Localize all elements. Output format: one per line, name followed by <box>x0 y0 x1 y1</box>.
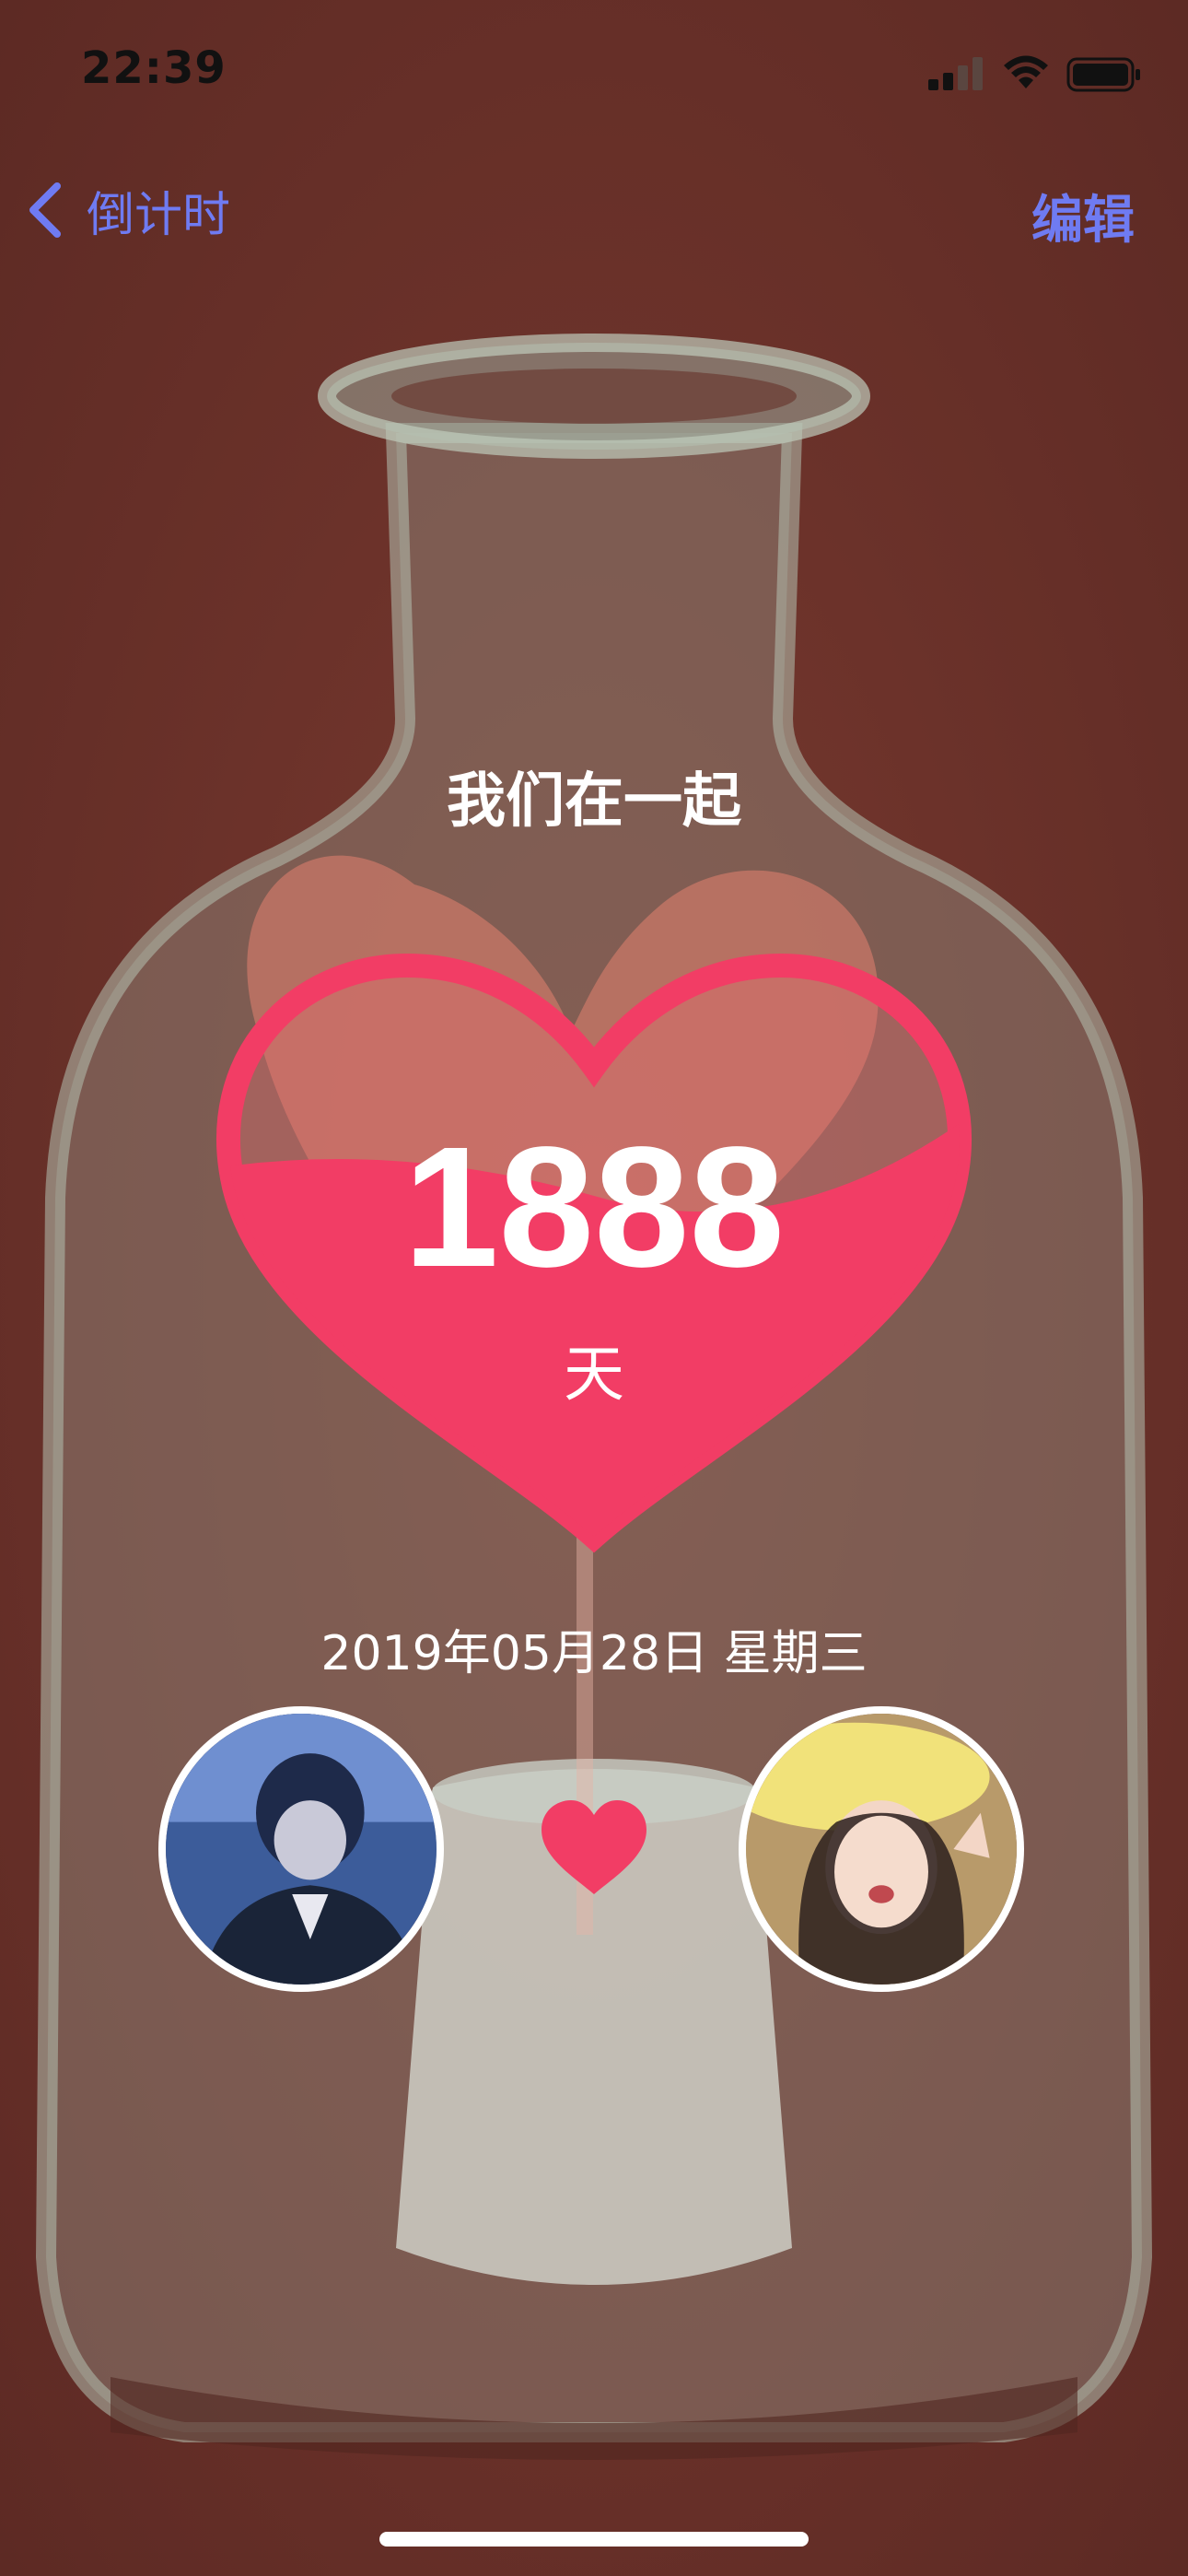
status-time: 22:39 <box>81 42 227 94</box>
day-count: 1888 <box>403 1112 785 1303</box>
back-chevron-icon <box>29 182 61 238</box>
start-date: 2019年05月28日 星期三 <box>320 1626 868 1681</box>
signal-icon <box>928 57 985 94</box>
back-button[interactable]: 倒计时 <box>26 173 230 247</box>
back-button-label: 倒计时 <box>87 187 231 243</box>
battery-icon <box>1066 57 1142 96</box>
avatar-left[interactable] <box>158 1706 444 1992</box>
wifi-icon <box>1002 53 1050 94</box>
heart-icon <box>542 1800 646 1894</box>
edit-button[interactable]: 编辑 <box>1031 179 1135 253</box>
avatar-right[interactable] <box>739 1706 1024 1992</box>
home-indicator[interactable] <box>379 2532 809 2547</box>
page-title: 我们在一起 <box>447 767 741 836</box>
day-unit: 天 <box>564 1339 624 1410</box>
